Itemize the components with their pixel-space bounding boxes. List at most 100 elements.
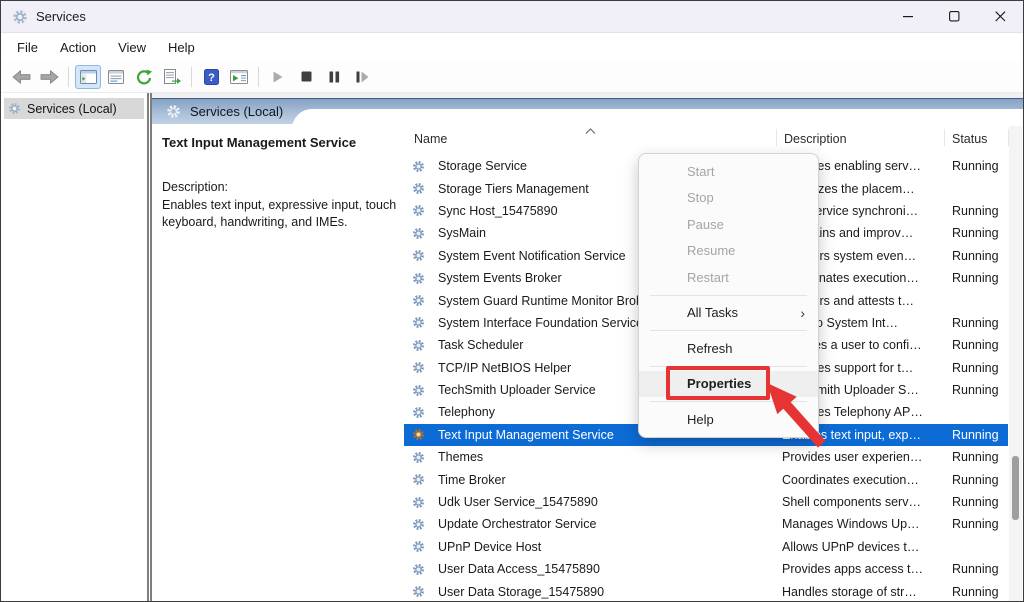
menu-separator [650,295,807,296]
menu-item-refresh[interactable]: Refresh [639,335,818,362]
service-status-cell: Running [952,338,1008,352]
menu-item-label: Help [687,412,714,427]
service-gear-icon [412,339,438,352]
start-service-icon [273,71,283,83]
menu-item-stop: Stop [639,185,818,212]
menu-action[interactable]: Action [49,36,107,59]
submenu-chevron-icon: › [800,308,805,318]
menu-item-label: Stop [687,190,714,205]
service-gear-icon [412,182,438,195]
column-header-status[interactable]: Status [952,132,987,146]
service-status-cell: Running [952,249,1008,263]
toolbar-separator [191,67,192,87]
restart-service-button[interactable] [349,65,375,89]
band-title: Services (Local) [190,104,283,119]
service-description-cell: Allows UPnP devices t… [782,540,952,554]
service-name-cell: User Data Storage_15475890 [438,585,782,599]
table-row[interactable]: User Data Access_15475890Provides apps a… [404,558,1008,580]
menu-item-label: Refresh [687,341,733,356]
window-controls [885,1,1023,32]
service-gear-icon [412,249,438,262]
console-tree-button[interactable] [75,65,101,89]
menu-separator [650,330,807,331]
menu-view[interactable]: View [107,36,157,59]
refresh-button[interactable] [131,65,157,89]
service-gear-icon [412,227,438,240]
export-list-button[interactable] [159,65,185,89]
table-row[interactable]: ThemesProvides user experien…Running [404,446,1008,468]
service-gear-icon [412,428,438,441]
service-status-cell: Running [952,473,1008,487]
pause-service-button[interactable] [321,65,347,89]
service-gear-icon [412,316,438,329]
stop-service-button[interactable] [293,65,319,89]
close-icon [995,11,1006,22]
menu-file[interactable]: File [6,36,49,59]
column-header-description[interactable]: Description [784,132,847,146]
forward-button[interactable] [36,65,62,89]
table-row[interactable]: UPnP Device HostAllows UPnP devices t… [404,536,1008,558]
show-hide-console-tree-button[interactable] [226,65,252,89]
right-pane: Services (Local) Text Input Management S… [152,93,1023,602]
table-row[interactable]: User Data Storage_15475890Handles storag… [404,580,1008,602]
scrollbar-thumb[interactable] [1012,456,1019,520]
start-service-button [265,65,291,89]
service-status-cell: Running [952,271,1008,285]
close-button[interactable] [977,1,1023,32]
table-row[interactable]: Update Orchestrator ServiceManages Windo… [404,513,1008,535]
menu-item-label: Resume [687,243,735,258]
service-status-cell: Running [952,226,1008,240]
service-name-cell: User Data Access_15475890 [438,562,782,576]
service-status-cell: Running [952,428,1008,442]
services-gear-icon [8,102,21,115]
service-status-cell: Running [952,495,1008,509]
service-gear-icon [412,585,438,598]
service-gear-icon [412,473,438,486]
service-name-cell: Time Broker [438,473,782,487]
menubar: File Action View Help [1,33,1023,61]
help-button[interactable]: ? [198,65,224,89]
menu-item-resume: Resume [639,238,818,265]
service-description-cell: Shell components serv… [782,495,952,509]
table-row[interactable]: Time BrokerCoordinates execution…Running [404,468,1008,490]
description-text: Enables text input, expressive input, to… [162,197,400,232]
service-gear-icon [412,496,438,509]
service-gear-icon [412,384,438,397]
pause-service-icon [329,71,340,83]
menu-item-start: Start [639,158,818,185]
properties-button[interactable] [103,65,129,89]
maximize-button[interactable] [931,1,977,32]
menu-item-label: Pause [687,217,724,232]
annotation-arrow [763,379,833,459]
column-header-name[interactable]: Name [414,132,447,146]
sort-ascending-icon [585,124,596,138]
menu-item-all-tasks[interactable]: All Tasks› [639,300,818,327]
table-row[interactable]: Udk User Service_15475890Shell component… [404,491,1008,513]
service-description-cell: Handles storage of str… [782,585,952,599]
service-status-cell: Running [952,361,1008,375]
minimize-button[interactable] [885,1,931,32]
services-app-icon [12,9,28,25]
vertical-scrollbar[interactable] [1009,126,1022,601]
svg-text:?: ? [208,72,215,84]
description-label: Description: [162,179,396,197]
console-tree-panel: Services (Local) [1,93,147,602]
minimize-icon [903,11,914,22]
service-gear-icon [412,406,438,419]
service-description-cell: Provides apps access t… [782,562,952,576]
maximize-icon [949,11,960,22]
service-status-cell: Running [952,517,1008,531]
menu-help[interactable]: Help [157,36,206,59]
services-window: Services File Action View Help [0,0,1024,602]
column-divider[interactable] [944,129,945,146]
back-button[interactable] [8,65,34,89]
menu-item-label: Restart [687,270,729,285]
back-icon [12,70,31,84]
show-hide-console-tree-icon [230,70,248,84]
service-status-cell: Running [952,316,1008,330]
tree-item-services-local[interactable]: Services (Local) [4,98,144,119]
column-divider[interactable] [776,129,777,146]
service-gear-icon [412,540,438,553]
service-description-cell: Coordinates execution… [782,473,952,487]
service-gear-icon [412,160,438,173]
